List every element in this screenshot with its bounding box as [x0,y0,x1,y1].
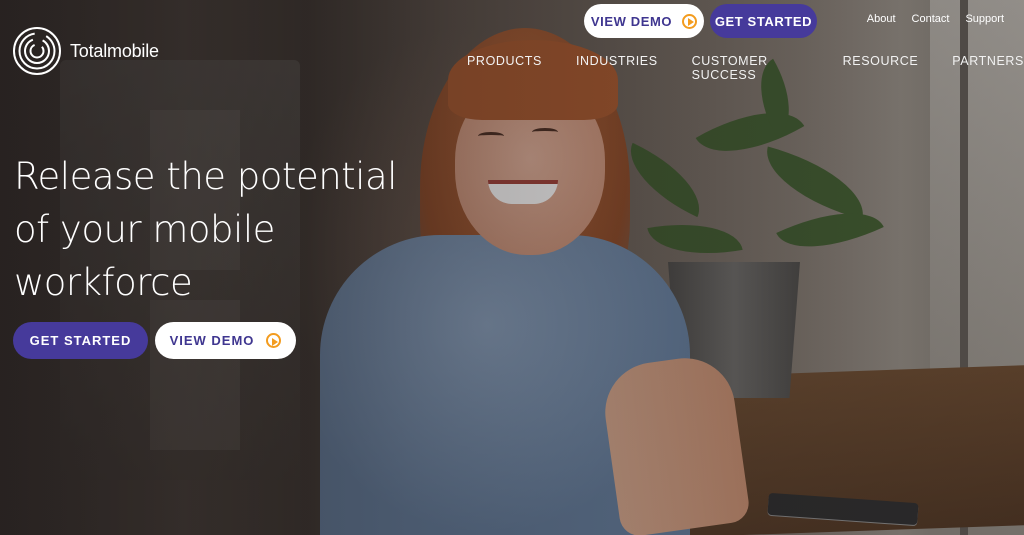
nav-item-resource[interactable]: RESOURCE [843,54,919,82]
get-started-label: GET STARTED [714,13,813,29]
headline-line: Release the potential [14,155,397,198]
view-demo-label: VIEW DEMO [590,13,673,29]
hero-view-demo-label: VIEW DEMO [169,333,255,348]
utility-nav: About Contact Support [867,13,1004,25]
hero-get-started-button[interactable]: GET STARTED [13,322,148,359]
hero-headline: Release the potential of your mobile wor… [14,150,414,309]
brand-name: Totalmobile [70,40,159,61]
view-demo-button[interactable]: VIEW DEMO [584,4,704,38]
utility-link-contact[interactable]: Contact [912,13,950,25]
hero-get-started-label: GET STARTED [29,333,132,348]
brand-logo-link[interactable]: Totalmobile [12,26,159,76]
nav-item-industries[interactable]: INDUSTRIES [576,54,658,82]
hero-view-demo-button[interactable]: VIEW DEMO [155,322,296,359]
utility-link-about[interactable]: About [867,13,896,25]
main-nav: PRODUCTS INDUSTRIES CUSTOMER SUCCESS RES… [467,54,1024,82]
play-circle-icon [682,13,698,29]
headline-line: workforce [14,261,193,304]
utility-link-support[interactable]: Support [965,13,1004,25]
concentric-circles-logo-icon [13,27,61,75]
nav-item-customer-success[interactable]: CUSTOMER SUCCESS [692,54,815,82]
nav-item-products[interactable]: PRODUCTS [467,54,542,82]
get-started-button[interactable]: GET STARTED [710,4,817,38]
play-circle-icon [266,333,282,348]
nav-item-partners[interactable]: PARTNERS [952,54,1024,82]
headline-line: of your mobile [14,208,275,251]
